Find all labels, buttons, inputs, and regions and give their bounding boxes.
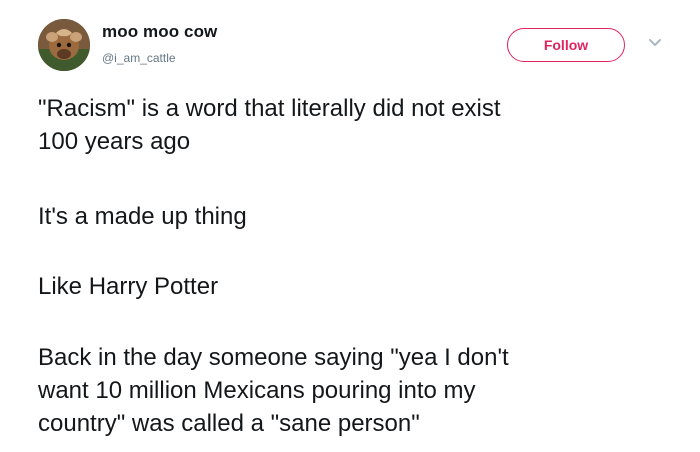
tweet-line: Back in the day someone saying "yea I do… bbox=[38, 344, 509, 371]
avatar[interactable] bbox=[38, 19, 90, 71]
user-handle[interactable]: @i_am_cattle bbox=[102, 51, 176, 65]
tweet-line: "Racism" is a word that literally did no… bbox=[38, 95, 501, 122]
tweet-header: moo moo cow @i_am_cattle Follow bbox=[0, 0, 700, 90]
tweet-line: 100 years ago bbox=[38, 128, 191, 155]
tweet-line: country" was called a "sane person" bbox=[38, 410, 420, 437]
display-name[interactable]: moo moo cow bbox=[102, 22, 217, 42]
chevron-down-icon[interactable] bbox=[648, 38, 662, 48]
cow-avatar-icon bbox=[38, 19, 90, 71]
tweet-paragraph: "Racism" is a word that literally did no… bbox=[38, 92, 678, 158]
tweet-paragraph: Like Harry Potter bbox=[38, 270, 678, 303]
tweet-line: want 10 million Mexicans pouring into my bbox=[38, 377, 476, 404]
follow-button[interactable]: Follow bbox=[507, 28, 625, 62]
tweet-line: It's a made up thing bbox=[38, 203, 247, 230]
tweet-paragraph: Back in the day someone saying "yea I do… bbox=[38, 341, 678, 440]
tweet-line: Like Harry Potter bbox=[38, 273, 219, 300]
tweet-paragraph: It's a made up thing bbox=[38, 200, 678, 233]
